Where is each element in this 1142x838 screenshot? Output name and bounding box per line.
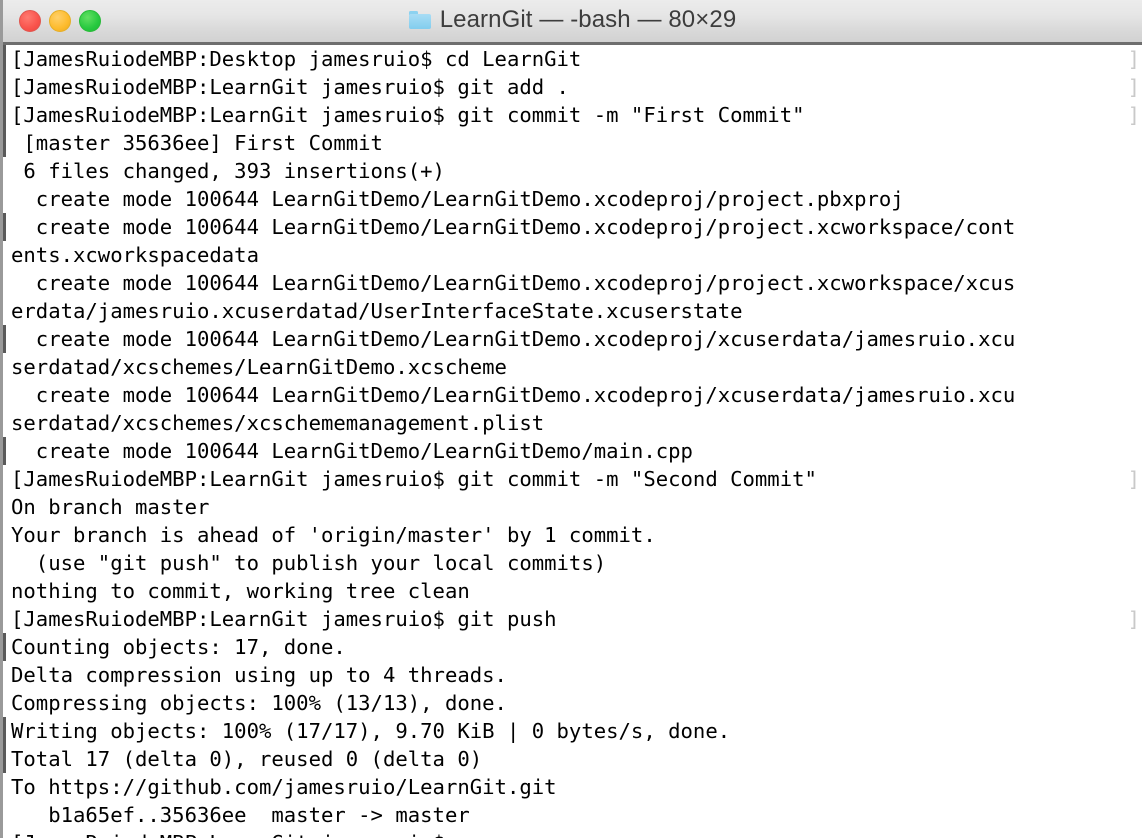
terminal-line: Delta compression using up to 4 threads. <box>3 661 1142 689</box>
terminal-line: b1a65ef..35636ee master -> master <box>3 801 1142 829</box>
terminal-line-text: Compressing objects: 100% (13/13), done. <box>11 691 507 715</box>
terminal-line-text: (use "git push" to publish your local co… <box>11 551 607 575</box>
window-title: LearnGit — -bash — 80×29 <box>439 5 737 33</box>
terminal-line-text: serdatad/xcschemes/LearnGitDemo.xcscheme <box>11 355 507 379</box>
terminal-line: serdatad/xcschemes/xcschememanagement.pl… <box>3 409 1142 437</box>
terminal-line: nothing to commit, working tree clean <box>3 577 1142 605</box>
terminal-line: create mode 100644 LearnGitDemo/LearnGit… <box>3 325 1142 353</box>
terminal-line-text: Delta compression using up to 4 threads. <box>11 663 507 687</box>
terminal-line: [JamesRuiodeMBP:LearnGit jamesruio$ git … <box>3 605 1142 633</box>
terminal-line-text: serdatad/xcschemes/xcschememanagement.pl… <box>11 411 545 435</box>
terminal-line: create mode 100644 LearnGitDemo/LearnGit… <box>3 269 1142 297</box>
terminal-line-text: nothing to commit, working tree clean <box>11 579 470 603</box>
line-wrap-marker: ] <box>1127 607 1140 631</box>
terminal-line: 6 files changed, 393 insertions(+) <box>3 157 1142 185</box>
terminal-line: To https://github.com/jamesruio/LearnGit… <box>3 773 1142 801</box>
terminal-line-text: b1a65ef..35636ee master -> master <box>11 803 470 827</box>
window-titlebar[interactable]: LearnGit — -bash — 80×29 <box>3 0 1142 45</box>
terminal-line: create mode 100644 LearnGitDemo/LearnGit… <box>3 437 1142 465</box>
terminal-line: (use "git push" to publish your local co… <box>3 549 1142 577</box>
terminal-line: create mode 100644 LearnGitDemo/LearnGit… <box>3 185 1142 213</box>
folder-icon <box>408 10 431 29</box>
zoom-button[interactable] <box>79 10 101 32</box>
terminal-line-text: [master 35636ee] First Commit <box>11 131 383 155</box>
line-wrap-marker: ] <box>1127 47 1140 71</box>
terminal-line: ents.xcworkspacedata <box>3 241 1142 269</box>
line-wrap-marker: ] <box>1127 467 1140 491</box>
terminal-line-text: Total 17 (delta 0), reused 0 (delta 0) <box>11 747 483 771</box>
terminal-line-text: [JamesRuiodeMBP:LearnGit jamesruio$ git … <box>11 75 569 99</box>
terminal-line-text: create mode 100644 LearnGitDemo/LearnGit… <box>11 383 1016 407</box>
terminal-line: serdatad/xcschemes/LearnGitDemo.xcscheme <box>3 353 1142 381</box>
terminal-line-text: Writing objects: 100% (17/17), 9.70 KiB … <box>11 719 731 743</box>
terminal-line: create mode 100644 LearnGitDemo/LearnGit… <box>3 213 1142 241</box>
window-title-area: LearnGit — -bash — 80×29 <box>3 0 1142 39</box>
terminal-line: Writing objects: 100% (17/17), 9.70 KiB … <box>3 717 1142 745</box>
terminal-line-text: [JamesRuiodeMBP:LearnGit jamesruio$ git … <box>11 467 817 491</box>
terminal-line-text: Counting objects: 17, done. <box>11 635 346 659</box>
terminal-line: [JamesRuiodeMBP:Desktop jamesruio$ cd Le… <box>3 45 1142 73</box>
terminal-line-text: [JamesRuiodeMBP:LearnGit jamesruio$ git … <box>11 607 557 631</box>
terminal-line: erdata/jamesruio.xcuserdatad/UserInterfa… <box>3 297 1142 325</box>
terminal-line-text: Your branch is ahead of 'origin/master' … <box>11 523 656 547</box>
line-wrap-marker: ] <box>1127 75 1140 99</box>
terminal-line-text: create mode 100644 LearnGitDemo/LearnGit… <box>11 327 1016 351</box>
terminal-line: create mode 100644 LearnGitDemo/LearnGit… <box>3 381 1142 409</box>
terminal-line-text: create mode 100644 LearnGitDemo/LearnGit… <box>11 215 1016 239</box>
terminal-line: [JamesRuiodeMBP:LearnGit jamesruio$ git … <box>3 101 1142 129</box>
terminal-line-text: 6 files changed, 393 insertions(+) <box>11 159 445 183</box>
terminal-line: [JamesRuiodeMBP:LearnGit jamesruio$ git … <box>3 73 1142 101</box>
terminal-line-text: To https://github.com/jamesruio/LearnGit… <box>11 775 557 799</box>
terminal-line-text: create mode 100644 LearnGitDemo/LearnGit… <box>11 439 693 463</box>
terminal-line: [master 35636ee] First Commit <box>3 129 1142 157</box>
close-button[interactable] <box>19 10 41 32</box>
terminal-line: Your branch is ahead of 'origin/master' … <box>3 521 1142 549</box>
terminal-window: LearnGit — -bash — 80×29 [JamesRuiodeMBP… <box>0 0 1142 838</box>
terminal-line-text: ents.xcworkspacedata <box>11 243 259 267</box>
terminal-output: [JamesRuiodeMBP:Desktop jamesruio$ cd Le… <box>3 45 1142 838</box>
terminal-line: Counting objects: 17, done. <box>3 633 1142 661</box>
terminal-line-text: [JamesRuiodeMBP:Desktop jamesruio$ cd Le… <box>11 47 582 71</box>
terminal-screen[interactable]: [JamesRuiodeMBP:Desktop jamesruio$ cd Le… <box>3 45 1142 838</box>
terminal-line: [JamesRuiodeMBP:LearnGit jamesruio$ git … <box>3 465 1142 493</box>
terminal-line: Total 17 (delta 0), reused 0 (delta 0) <box>3 745 1142 773</box>
terminal-line-text: [JamesRuiodeMBP:LearnGit jamesruio$ git … <box>11 103 805 127</box>
minimize-button[interactable] <box>49 10 71 32</box>
window-controls <box>19 10 101 32</box>
terminal-line-text: On branch master <box>11 495 210 519</box>
terminal-line-text: erdata/jamesruio.xcuserdatad/UserInterfa… <box>11 299 743 323</box>
terminal-line: Compressing objects: 100% (13/13), done. <box>3 689 1142 717</box>
line-wrap-marker: ] <box>1127 103 1140 127</box>
terminal-line-text: [JamesRuiodeMBP:LearnGit jamesruio$ <box>11 831 445 838</box>
terminal-line-text: create mode 100644 LearnGitDemo/LearnGit… <box>11 187 904 211</box>
terminal-line: [JamesRuiodeMBP:LearnGit jamesruio$ <box>3 829 1142 838</box>
terminal-line: On branch master <box>3 493 1142 521</box>
terminal-line-text: create mode 100644 LearnGitDemo/LearnGit… <box>11 271 1016 295</box>
